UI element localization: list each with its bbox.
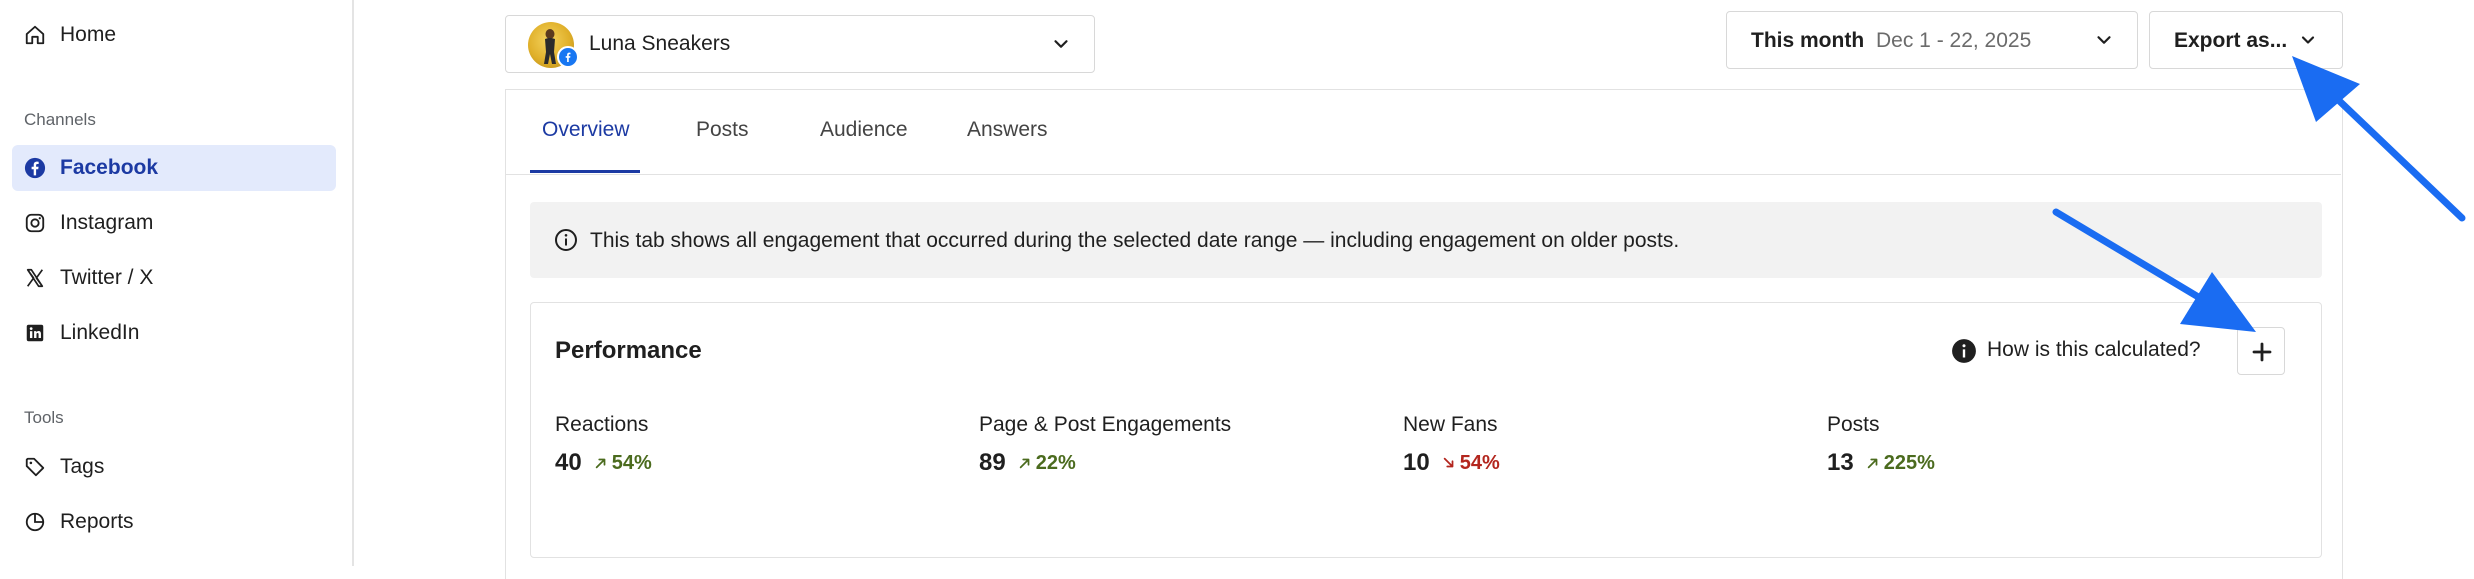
linkedin-icon	[26, 324, 44, 342]
sidebar-item-label: Twitter / X	[60, 266, 154, 289]
date-range-value: Dec 1 - 22, 2025	[1876, 29, 2032, 52]
sidebar-item-label: LinkedIn	[60, 321, 140, 344]
home-icon	[25, 25, 45, 45]
sidebar-item-label: Facebook	[60, 156, 159, 179]
info-icon	[555, 229, 577, 251]
metric-delta-value: 54%	[1459, 451, 1500, 474]
metric-reactions: Reactions 40 54%	[555, 413, 652, 477]
trend-down-icon	[1443, 457, 1454, 468]
export-label: Export as...	[2174, 29, 2288, 52]
sidebar-item-linkedin[interactable]: LinkedIn	[12, 310, 336, 356]
tab-answers[interactable]: Answers	[967, 118, 1048, 142]
trend-up-icon	[595, 458, 606, 469]
metric-delta: 225%	[1866, 452, 1935, 475]
chevron-down-icon	[2301, 36, 2315, 44]
metric-label: Reactions	[555, 413, 649, 436]
chevron-down-icon	[2097, 36, 2111, 44]
pie-chart-icon	[25, 512, 45, 532]
active-tab-indicator	[530, 170, 640, 173]
account-name: Luna Sneakers	[589, 32, 731, 55]
sidebar-item-label: Home	[60, 23, 117, 46]
tag-icon	[25, 457, 45, 477]
metric-value: 89	[979, 449, 1006, 476]
add-metric-button[interactable]	[2237, 327, 2285, 375]
performance-title: Performance	[555, 337, 702, 364]
tab-bar: Overview Posts Audience Answers	[506, 90, 2341, 175]
export-button[interactable]: Export as...	[2149, 11, 2343, 69]
sidebar-item-twitter-x[interactable]: Twitter / X	[12, 255, 336, 301]
trend-up-icon	[1867, 458, 1878, 469]
metric-label: Posts	[1827, 413, 1880, 436]
info-banner-text: This tab shows all engagement that occur…	[590, 229, 1680, 252]
metric-delta: 54%	[594, 452, 652, 475]
sidebar-item-home[interactable]: Home	[12, 12, 336, 58]
metric-delta-value: 22%	[1035, 451, 1076, 474]
sidebar-item-facebook[interactable]: Facebook	[12, 145, 336, 191]
sidebar-item-tags[interactable]: Tags	[12, 444, 336, 490]
sidebar-item-label: Tags	[60, 455, 105, 478]
metric-delta-value: 225%	[1883, 451, 1935, 474]
analytics-panel: Overview Posts Audience Answers This tab…	[505, 89, 2343, 579]
metric-value: 13	[1827, 449, 1854, 476]
date-range-picker[interactable]: This month Dec 1 - 22, 2025	[1726, 11, 2138, 69]
facebook-icon	[24, 157, 46, 179]
section-heading-tools: Tools	[24, 408, 64, 427]
how-calculated-text: How is this calculated?	[1987, 338, 2201, 361]
section-heading-channels: Channels	[24, 110, 96, 129]
sidebar-item-label: Reports	[60, 510, 134, 533]
instagram-icon	[25, 213, 45, 233]
metric-delta-value: 54%	[611, 451, 652, 474]
tab-audience[interactable]: Audience	[820, 118, 908, 142]
info-filled-icon	[1952, 339, 1976, 363]
account-selector[interactable]: Luna Sneakers	[505, 15, 1095, 73]
performance-card: Performance How is this calculated? Reac…	[530, 302, 2322, 558]
metric-delta: 22%	[1018, 452, 1076, 475]
date-range-label: This month	[1751, 29, 1865, 52]
plus-icon	[2252, 342, 2272, 362]
sidebar-item-instagram[interactable]: Instagram	[12, 200, 336, 246]
metric-label: Page & Post Engagements	[979, 413, 1232, 436]
x-icon	[26, 268, 44, 288]
trend-up-icon	[1019, 458, 1030, 469]
main-content: Luna Sneakers This month Dec 1 - 22, 202…	[354, 0, 2474, 579]
metric-value: 10	[1403, 449, 1430, 476]
tab-posts[interactable]: Posts	[696, 118, 749, 142]
sidebar-item-label: Instagram	[60, 211, 154, 234]
sidebar-item-reports[interactable]: Reports	[12, 499, 336, 545]
metric-value: 40	[555, 449, 582, 476]
tab-overview[interactable]: Overview	[542, 118, 630, 142]
sidebar: Home Channels Facebook Instagram Twitter…	[0, 0, 354, 566]
chevron-down-icon	[1054, 40, 1068, 48]
metric-new-fans: New Fans 10 54%	[1403, 413, 1500, 477]
metric-label: New Fans	[1403, 413, 1498, 436]
metric-page-post-engagements: Page & Post Engagements 89 22%	[979, 413, 1231, 477]
facebook-badge-icon	[557, 46, 579, 68]
metric-delta: 54%	[1442, 452, 1500, 475]
metric-posts: Posts 13 225%	[1827, 413, 1935, 477]
info-banner: This tab shows all engagement that occur…	[530, 202, 2322, 278]
